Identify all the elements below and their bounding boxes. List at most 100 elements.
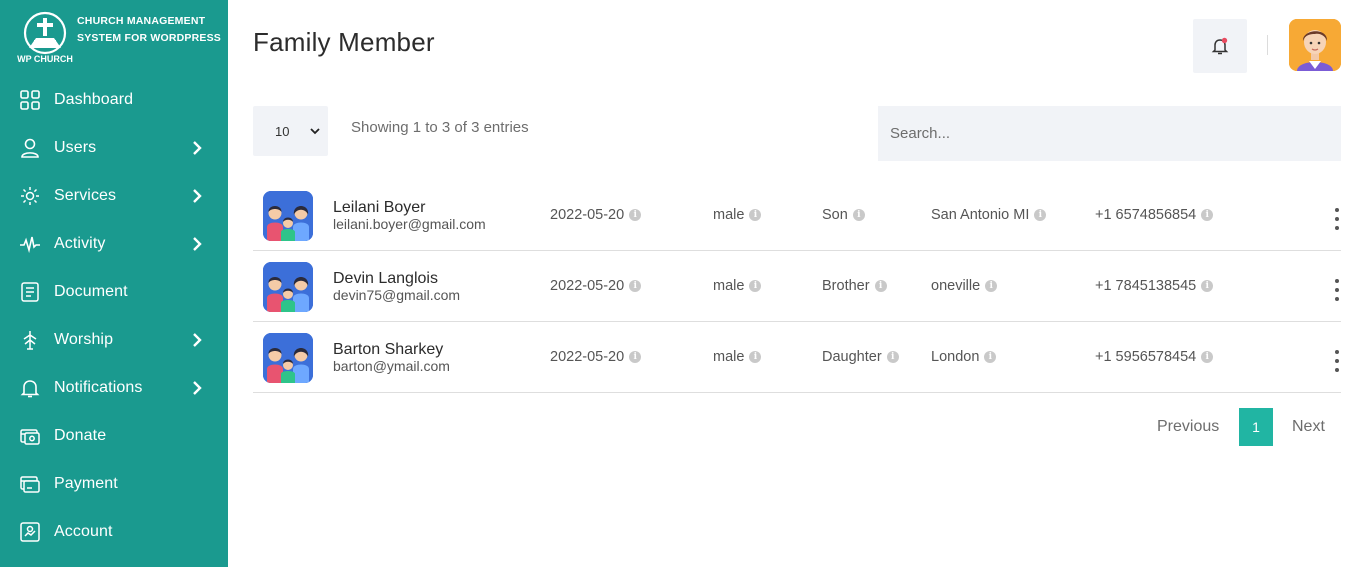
sidebar-item-services[interactable]: Services	[0, 172, 228, 220]
member-name: Devin Langlois	[333, 270, 438, 287]
user-avatar[interactable]	[1289, 19, 1341, 71]
sidebar-item-label: Users	[54, 139, 97, 156]
pulse-icon	[20, 236, 40, 254]
member-city: oneville	[931, 278, 981, 294]
church-logo-icon: WP CHURCH	[17, 11, 73, 64]
sidebar-item-activity[interactable]: Activity	[0, 220, 228, 268]
grid-icon	[20, 90, 40, 110]
family-table: Leilani Boyer leilani.boyer@gmail.com 20…	[253, 180, 1341, 393]
sidebar-item-account[interactable]: Account	[0, 508, 228, 556]
payment-icon	[20, 476, 40, 493]
relation-cell: Brother i	[822, 278, 887, 294]
sidebar-item-payment[interactable]: Payment	[0, 460, 228, 508]
sidebar-item-users[interactable]: Users	[0, 124, 228, 172]
page-length-select[interactable]: 10	[253, 106, 328, 156]
info-icon: i	[629, 280, 642, 292]
phone-cell: +1 6574856854 i	[1095, 207, 1214, 223]
row-menu-button[interactable]	[1333, 350, 1341, 372]
member-date: 2022-05-20	[550, 207, 625, 223]
sidebar-item-notifications[interactable]: Notifications	[0, 364, 228, 412]
family-avatar	[263, 191, 313, 241]
table-row: Leilani Boyer leilani.boyer@gmail.com 20…	[253, 180, 1341, 251]
notification-dot	[1221, 37, 1228, 44]
info-icon: i	[1201, 351, 1214, 363]
member-city: London	[931, 349, 980, 365]
city-cell: San Antonio MI i	[931, 207, 1047, 223]
info-icon: i	[1201, 209, 1214, 221]
sidebar-item-label: Dashboard	[54, 91, 134, 108]
brand[interactable]: WP CHURCH CHURCH MANAGEMENT SYSTEM FOR W…	[16, 10, 226, 66]
entries-info: Showing 1 to 3 of 3 entries	[351, 119, 529, 136]
member-email: devin75@gmail.com	[333, 287, 461, 303]
relation-cell: Daughter i	[822, 349, 899, 365]
member-phone: +1 5956578454	[1095, 349, 1197, 365]
donate-icon	[20, 429, 40, 445]
row-menu-button[interactable]	[1333, 279, 1341, 301]
table-row: Barton Sharkey barton@ymail.com 2022-05-…	[253, 322, 1341, 393]
gender-cell: male i	[713, 207, 762, 223]
member-name: Leilani Boyer	[333, 199, 426, 216]
family-icon	[263, 333, 313, 383]
pagination-next[interactable]: Next	[1292, 418, 1325, 436]
chevron-down-icon	[310, 128, 320, 135]
page-title: Family Member	[253, 27, 435, 57]
bell-icon	[1211, 37, 1229, 55]
pagination-page-1[interactable]: 1	[1239, 408, 1273, 446]
header-divider	[1267, 35, 1268, 55]
sidebar: WP CHURCH CHURCH MANAGEMENT SYSTEM FOR W…	[0, 0, 228, 567]
table-row: Devin Langlois devin75@gmail.com 2022-05…	[253, 251, 1341, 322]
member-gender: male	[713, 207, 745, 223]
member-name: Barton Sharkey	[333, 341, 444, 358]
family-avatar	[263, 262, 313, 312]
member-email: barton@ymail.com	[333, 358, 450, 374]
info-icon: i	[629, 209, 642, 221]
info-icon: i	[985, 280, 998, 292]
page-length-value: 10	[275, 123, 290, 139]
logo-text: WP CHURCH	[17, 54, 73, 64]
row-menu-button[interactable]	[1333, 208, 1341, 230]
services-icon	[21, 187, 39, 205]
user-icon	[21, 138, 39, 158]
sidebar-item-label: Activity	[54, 235, 106, 252]
member-phone: +1 6574856854	[1095, 207, 1197, 223]
member-gender: male	[713, 349, 745, 365]
sidebar-item-dashboard[interactable]: Dashboard	[0, 76, 228, 124]
member-phone: +1 7845138545	[1095, 278, 1197, 294]
sidebar-item-label: Account	[54, 523, 113, 540]
sidebar-item-label: Payment	[54, 475, 118, 492]
info-icon: i	[852, 209, 865, 221]
date-cell: 2022-05-20 i	[550, 207, 642, 223]
chevron-right-icon	[193, 189, 202, 203]
info-icon: i	[984, 351, 997, 363]
sidebar-item-document[interactable]: Document	[0, 268, 228, 316]
city-cell: oneville i	[931, 278, 998, 294]
main-content: Family Member 10 Showing 1 to 3 of 3 ent…	[228, 0, 1365, 567]
bell-icon	[20, 380, 40, 398]
family-icon	[263, 262, 313, 312]
relation-cell: Son i	[822, 207, 865, 223]
info-icon: i	[629, 351, 642, 363]
chevron-right-icon	[193, 333, 202, 347]
family-avatar	[263, 333, 313, 383]
phone-cell: +1 7845138545 i	[1095, 278, 1214, 294]
sidebar-item-label: Donate	[54, 427, 107, 444]
sidebar-item-donate[interactable]: Donate	[0, 412, 228, 460]
member-city: San Antonio MI	[931, 207, 1030, 223]
sidebar-item-worship[interactable]: Worship	[0, 316, 228, 364]
avatar-icon	[1289, 19, 1341, 71]
sidebar-item-label: Document	[54, 283, 128, 300]
info-icon: i	[749, 280, 762, 292]
date-cell: 2022-05-20 i	[550, 278, 642, 294]
brand-title: CHURCH MANAGEMENT SYSTEM FOR WORDPRESS	[77, 15, 222, 44]
notifications-button[interactable]	[1193, 19, 1247, 73]
city-cell: London i	[931, 349, 997, 365]
search-input[interactable]	[878, 106, 1341, 161]
member-gender: male	[713, 278, 745, 294]
chevron-right-icon	[193, 141, 202, 155]
sidebar-nav: Dashboard Users Services Activity Docume…	[0, 76, 228, 556]
sidebar-item-label: Services	[54, 187, 117, 204]
member-date: 2022-05-20	[550, 278, 625, 294]
gender-cell: male i	[713, 349, 762, 365]
pagination-previous[interactable]: Previous	[1157, 418, 1219, 436]
info-icon: i	[886, 351, 899, 363]
